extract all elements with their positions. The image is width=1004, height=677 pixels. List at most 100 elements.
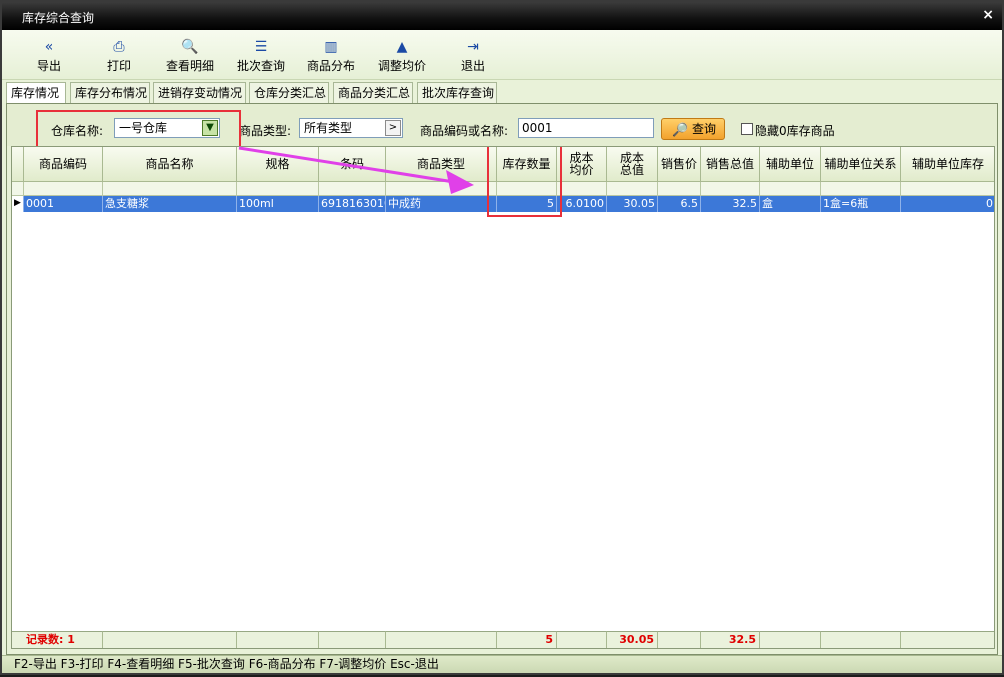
exit-door-icon: ⇥ — [467, 39, 479, 55]
filter-cell[interactable] — [24, 182, 103, 196]
filter-cell[interactable] — [103, 182, 237, 196]
up-triangle-icon: ▲ — [396, 39, 408, 55]
table-cell[interactable]: 6.5 — [658, 196, 701, 212]
filter-cell[interactable] — [607, 182, 658, 196]
table-cell[interactable]: 0 — [901, 196, 994, 212]
col-header[interactable]: 商品名称 — [103, 147, 237, 182]
row-pointer-icon: ▶ — [12, 196, 24, 212]
filter-cell[interactable] — [821, 182, 901, 196]
footer-sales-total: 32.5 — [701, 631, 760, 648]
batch-query-label: 批次查询 — [236, 59, 285, 73]
type-value: 所有类型 — [304, 121, 353, 135]
tab-batch-stock[interactable]: 批次库存查询 — [417, 82, 497, 104]
stock-table: 商品编码 商品名称 规格 条码 商品类型 库存数量 成本均价 成本总值 销售价 … — [11, 146, 995, 649]
columns-icon: ▥ — [324, 39, 338, 55]
col-header[interactable]: 成本均价 — [557, 147, 607, 182]
record-count: 记录数: 1 — [12, 631, 103, 648]
footer-cost-total: 30.05 — [607, 631, 658, 648]
content-panel: 仓库名称: 一号仓库 ▼ 商品类型: 所有类型 > 商品编码或名称: 0001 … — [6, 103, 998, 655]
hide-zero-checkbox[interactable] — [741, 123, 753, 135]
tab-stock[interactable]: 库存情况 — [6, 82, 66, 105]
col-header[interactable]: 成本总值 — [607, 147, 658, 182]
close-icon[interactable]: × — [982, 7, 994, 23]
table-cell[interactable]: 盒 — [760, 196, 821, 212]
tab-category-summary[interactable]: 商品分类汇总 — [333, 82, 413, 104]
distribution-button[interactable]: ▥ 商品分布 — [303, 38, 359, 76]
list-icon: ☰ — [254, 39, 268, 55]
table-cell[interactable]: 中成药 — [386, 196, 497, 212]
col-header[interactable]: 销售总值 — [701, 147, 760, 182]
filter-cell — [12, 182, 24, 196]
toolbar: « 导出 ⎙ 打印 🔍 查看明细 ☰ 批次查询 ▥ 商品分布 ▲ 调整均价 ⇥ … — [2, 30, 1002, 80]
filter-cell[interactable] — [901, 182, 994, 196]
main-window: 库存综合查询 × « 导出 ⎙ 打印 🔍 查看明细 ☰ 批次查询 ▥ 商品分布 … — [0, 0, 1004, 675]
footer-cell — [319, 631, 386, 648]
footer-cell — [760, 631, 821, 648]
footer-cell — [237, 631, 319, 648]
tab-stock-distribution[interactable]: 库存分布情况 — [70, 82, 150, 104]
col-header[interactable]: 条码 — [319, 147, 386, 182]
filter-cell[interactable] — [658, 182, 701, 196]
table-cell[interactable]: 1盒=6瓶 — [821, 196, 901, 212]
distribution-label: 商品分布 — [306, 59, 355, 73]
table-cell[interactable]: 100ml — [237, 196, 319, 212]
row-indicator-header — [12, 147, 24, 182]
table-cell[interactable]: 69181630108 — [319, 196, 386, 212]
filter-cell[interactable] — [319, 182, 386, 196]
table-cell[interactable]: 6.0100 — [557, 196, 607, 212]
footer-cell — [103, 631, 237, 648]
col-header[interactable]: 规格 — [237, 147, 319, 182]
table-cell[interactable]: 急支糖浆 — [103, 196, 237, 212]
table-cell[interactable]: 0001 — [24, 196, 103, 212]
window-title: 库存综合查询 — [22, 11, 95, 25]
status-bar: F2-导出 F3-打印 F4-查看明细 F5-批次查询 F6-商品分布 F7-调… — [2, 655, 1002, 673]
col-header[interactable]: 销售价 — [658, 147, 701, 182]
filter-cell[interactable] — [557, 182, 607, 196]
tab-strip: 库存情况 库存分布情况 进销存变动情况 仓库分类汇总 商品分类汇总 批次库存查询 — [6, 82, 998, 105]
view-detail-button[interactable]: 🔍 查看明细 — [162, 38, 218, 76]
query-label: 查询 — [691, 122, 716, 136]
title-bar: 库存综合查询 × — [2, 2, 1002, 30]
adjust-price-button[interactable]: ▲ 调整均价 — [374, 38, 430, 76]
filter-cell[interactable] — [760, 182, 821, 196]
tab-movement[interactable]: 进销存变动情况 — [153, 82, 246, 104]
col-header[interactable]: 辅助单位关系 — [821, 147, 901, 182]
query-button[interactable]: 🔎 查询 — [661, 118, 725, 140]
batch-query-button[interactable]: ☰ 批次查询 — [233, 38, 289, 76]
filter-cell[interactable] — [386, 182, 497, 196]
exit-label: 退出 — [460, 59, 485, 73]
col-header[interactable]: 辅助单位 — [760, 147, 821, 182]
export-label: 导出 — [36, 59, 61, 73]
code-label: 商品编码或名称: — [420, 124, 509, 138]
filter-bar: 仓库名称: 一号仓库 ▼ 商品类型: 所有类型 > 商品编码或名称: 0001 … — [7, 104, 997, 149]
exit-button[interactable]: ⇥ 退出 — [456, 38, 490, 76]
footer-cell — [901, 631, 994, 648]
footer-cell — [821, 631, 901, 648]
footer-cell — [386, 631, 497, 648]
type-select[interactable]: 所有类型 > — [299, 118, 403, 138]
print-label: 打印 — [106, 59, 131, 73]
col-header[interactable]: 商品编码 — [24, 147, 103, 182]
code-input[interactable]: 0001 — [518, 118, 654, 138]
magnifier-icon: 🔍 — [181, 39, 199, 55]
type-label: 商品类型: — [239, 124, 292, 138]
chevron-right-icon[interactable]: > — [385, 120, 401, 136]
col-header[interactable]: 辅助单位库存 — [901, 147, 994, 182]
table-cell[interactable]: 30.05 — [607, 196, 658, 212]
footer-qty-total: 5 — [497, 631, 557, 648]
double-left-arrow-icon: « — [44, 39, 54, 55]
hide-zero-label[interactable]: 隐藏0库存商品 — [755, 122, 835, 139]
tab-warehouse-summary[interactable]: 仓库分类汇总 — [249, 82, 329, 104]
footer-cell — [658, 631, 701, 648]
export-button[interactable]: « 导出 — [32, 38, 66, 76]
highlight-box-warehouse — [36, 110, 241, 149]
table-cell[interactable]: 32.5 — [701, 196, 760, 212]
filter-cell[interactable] — [701, 182, 760, 196]
col-header[interactable]: 商品类型 — [386, 147, 497, 182]
search-icon: 🔎 — [672, 123, 689, 138]
filter-cell[interactable] — [237, 182, 319, 196]
highlight-box-quantity — [487, 147, 562, 217]
adjust-price-label: 调整均价 — [377, 59, 426, 73]
print-button[interactable]: ⎙ 打印 — [102, 38, 136, 76]
printer-icon: ⎙ — [113, 39, 125, 55]
